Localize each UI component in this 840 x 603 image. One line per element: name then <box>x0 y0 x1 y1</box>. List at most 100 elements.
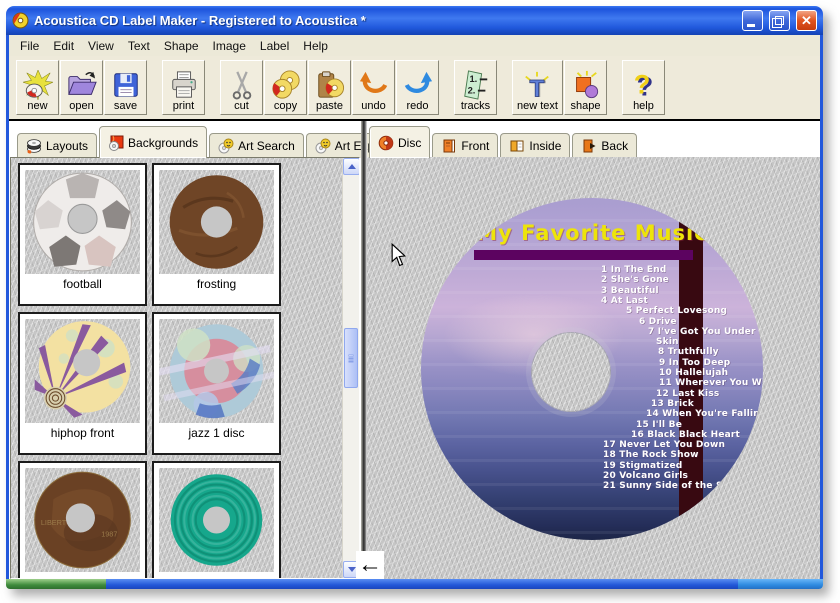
track-line: 8 Truthfully <box>658 347 719 357</box>
track-line: 19 Stigmatized <box>603 461 682 471</box>
track-line: 1 In The End <box>601 265 666 275</box>
toolbar-button-print[interactable]: print <box>162 60 205 115</box>
toolbar-group: ??help <box>622 60 666 115</box>
title-bar[interactable]: Acoustica CD Label Maker - Registered to… <box>6 6 823 35</box>
thumbnail-label: football <box>20 277 145 291</box>
minimize-button[interactable] <box>742 10 763 31</box>
toolbar-button-redo[interactable]: redo <box>396 60 439 115</box>
toolbar-button-help[interactable]: ??help <box>622 60 665 115</box>
menu-item-label[interactable]: Label <box>253 37 296 55</box>
copy-icon <box>271 70 301 100</box>
menu-item-edit[interactable]: Edit <box>46 37 81 55</box>
thumbnail-football[interactable]: football <box>18 163 147 306</box>
toolbar-button-label: open <box>69 100 93 112</box>
track-line: 13 Brick <box>651 399 694 409</box>
tab-label: Art Search <box>238 139 295 153</box>
panel-scrollbar[interactable] <box>342 158 359 578</box>
close-button[interactable]: ✕ <box>796 10 817 31</box>
menu-item-file[interactable]: File <box>13 37 46 55</box>
toolbar-button-label: cut <box>234 100 249 112</box>
toolbar-button-shape[interactable]: shape <box>564 60 607 115</box>
app-window: Acoustica CD Label Maker - Registered to… <box>6 6 823 589</box>
toolbar-group: newopen save <box>16 60 148 115</box>
menu-item-image[interactable]: Image <box>206 37 253 55</box>
thumbnail-row3-2[interactable] <box>152 461 281 579</box>
disc-title-underline[interactable] <box>474 250 693 260</box>
bottom-border-blue-segment <box>106 579 738 589</box>
track-line: 4 At Last <box>601 296 648 306</box>
toolbar-button-save[interactable]: save <box>104 60 147 115</box>
art-explore-icon <box>315 138 331 154</box>
toolbar-button-undo[interactable]: undo <box>352 60 395 115</box>
thumbnail-image: LIBERTY1987 <box>25 468 140 572</box>
disc-center-hole <box>531 332 611 412</box>
window-title: Acoustica CD Label Maker - Registered to… <box>34 13 736 28</box>
page-tab-disc[interactable]: Disc <box>369 126 430 158</box>
menu-item-shape[interactable]: Shape <box>157 37 206 55</box>
toolbar-button-open[interactable]: open <box>60 60 103 115</box>
thumbnail-frosting[interactable]: frosting <box>152 163 281 306</box>
svg-text:T: T <box>530 75 545 100</box>
menu-item-text[interactable]: Text <box>121 37 157 55</box>
backgrounds-icon <box>108 135 124 151</box>
track-line: 12 Last Kiss <box>656 389 719 399</box>
thumbnail-jazz-1-disc[interactable]: jazz 1 disc <box>152 312 281 455</box>
shape-icon <box>570 70 600 100</box>
close-icon: ✕ <box>801 13 812 29</box>
mouse-cursor <box>391 243 406 266</box>
disc-title-text[interactable]: My Favorite Music <box>421 221 763 245</box>
toolbar-button-label: copy <box>274 100 297 112</box>
toolbar-button-label: save <box>114 100 137 112</box>
thumbnail-label: jazz 1 disc <box>154 426 279 440</box>
scroll-up-button[interactable] <box>343 158 360 175</box>
svg-text:?: ? <box>634 70 651 99</box>
scroll-thumb[interactable] <box>344 328 358 388</box>
page-tab-back[interactable]: Back <box>572 133 637 158</box>
panel-tab-backgrounds[interactable]: Backgrounds <box>99 126 207 158</box>
tab-label: Backgrounds <box>128 136 198 150</box>
toolbar-button-new-text[interactable]: TTnew text <box>512 60 563 115</box>
toolbar-group: TTnew text shape <box>512 60 608 115</box>
thumbnail-image <box>159 319 274 423</box>
window-body: FileEditViewTextShapeImageLabelHelp newo… <box>6 35 823 579</box>
tab-label: Inside <box>529 139 561 153</box>
arrow-down-icon <box>348 567 356 572</box>
toolbar-button-paste[interactable]: paste <box>308 60 351 115</box>
track-line: 14 When You're Falling <box>646 409 763 419</box>
page-tab-inside[interactable]: Inside <box>500 133 570 158</box>
cut-icon <box>227 70 257 100</box>
panel-tab-layouts[interactable]: Layouts <box>17 133 97 158</box>
label-canvas[interactable]: My Favorite Music 1 In The End2 She's Go… <box>367 157 820 579</box>
toolbar-button-copy[interactable]: copy <box>264 60 307 115</box>
toolbar-button-tracks[interactable]: 1.2.tracks <box>454 60 497 115</box>
toolbar-button-new[interactable]: new <box>16 60 59 115</box>
tab-label: Back <box>601 139 628 153</box>
disc-icon <box>378 135 394 151</box>
page-tab-front[interactable]: Front <box>432 133 498 158</box>
toolbar-button-cut[interactable]: cut <box>220 60 263 115</box>
track-line: 2 She's Gone <box>601 275 669 285</box>
track-line: 17 Never Let You Down <box>603 440 725 450</box>
svg-text:1.: 1. <box>469 74 477 84</box>
menu-item-help[interactable]: Help <box>296 37 335 55</box>
toolbar-button-label: shape <box>570 100 600 112</box>
toolbar-group: cut copy pasteundoredo <box>220 60 440 115</box>
track-line: 15 I'll Be <box>636 420 682 430</box>
restore-button[interactable] <box>769 10 790 31</box>
track-line: 9 In Too Deep <box>659 358 730 368</box>
panel-tab-art-search[interactable]: Art Search <box>209 133 304 158</box>
thumbnail-hiphop-front[interactable]: hiphop front <box>18 312 147 455</box>
window-bottom-border <box>6 579 823 589</box>
art-search-icon <box>218 138 234 154</box>
save-icon <box>111 70 141 100</box>
new-icon <box>23 70 53 100</box>
track-line: 10 Hallelujah <box>659 368 728 378</box>
track-line: 18 The Rock Show <box>603 450 699 460</box>
track-line: 21 Sunny Side of the Street <box>603 481 749 491</box>
inside-icon <box>509 138 525 154</box>
thumbnail-row3-1[interactable]: LIBERTY1987 <box>18 461 147 579</box>
cd-disc[interactable]: My Favorite Music 1 In The End2 She's Go… <box>421 198 763 540</box>
thumbnail-image <box>25 319 140 423</box>
redo-icon <box>403 70 433 100</box>
menu-item-view[interactable]: View <box>81 37 121 55</box>
